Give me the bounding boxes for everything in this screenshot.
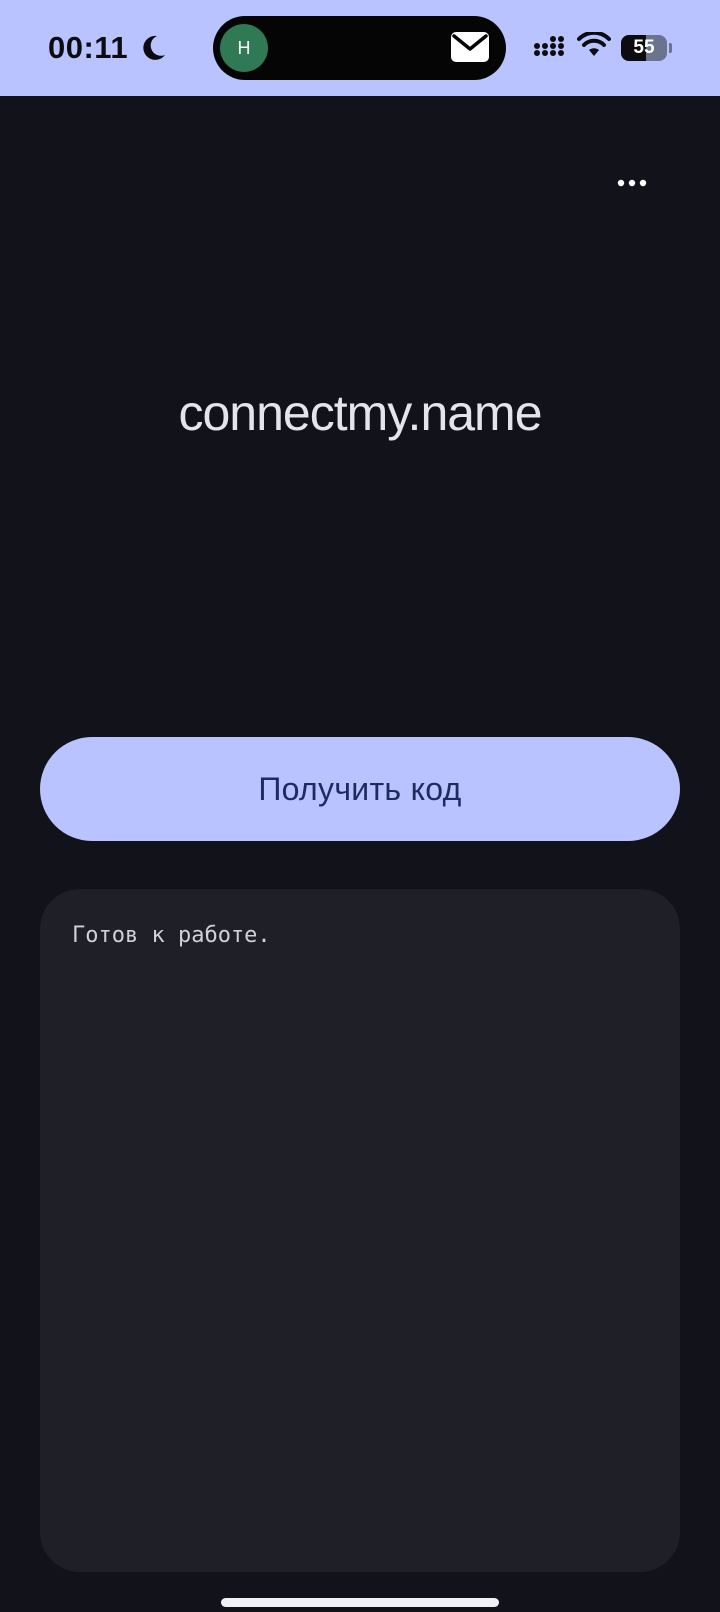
- battery-tip: [669, 42, 672, 53]
- home-indicator[interactable]: [221, 1598, 499, 1607]
- signal-icon: [533, 33, 567, 62]
- status-bar: 00:11 Н 55: [0, 0, 720, 96]
- avatar: Н: [220, 24, 268, 72]
- status-icons: 55: [533, 30, 672, 63]
- dynamic-island[interactable]: Н: [213, 16, 506, 80]
- wifi-icon: [577, 30, 611, 63]
- log-text: Готов к работе.: [72, 923, 271, 948]
- more-horizontal-icon: [617, 175, 647, 193]
- mail-icon: [450, 30, 490, 64]
- get-code-button-label: Получить код: [258, 770, 462, 807]
- time-group: 00:11: [48, 30, 168, 66]
- get-code-button[interactable]: Получить код: [40, 737, 680, 841]
- log-panel[interactable]: Готов к работе.: [40, 889, 680, 1572]
- battery-level: 55: [633, 36, 655, 58]
- battery-icon: 55: [621, 34, 667, 61]
- more-menu-button[interactable]: [608, 164, 656, 204]
- moon-icon: [138, 33, 168, 63]
- page-title: connectmy.name: [178, 385, 542, 441]
- status-time: 00:11: [48, 30, 129, 65]
